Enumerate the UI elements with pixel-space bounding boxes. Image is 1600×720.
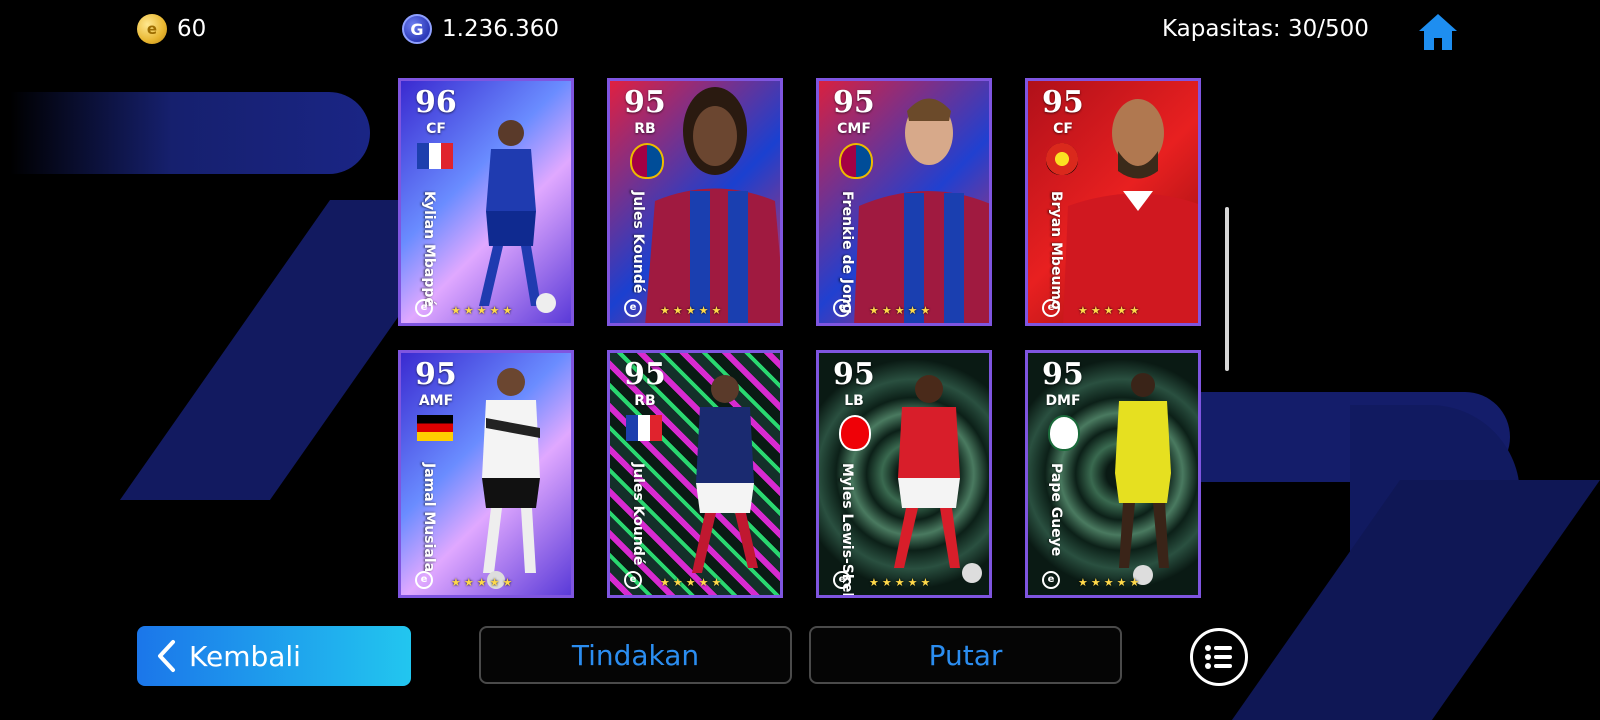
scrollbar-thumb[interactable] (1225, 207, 1229, 371)
efootball-logo-icon: e (624, 571, 642, 589)
card-rating: 95 (833, 357, 875, 392)
efootball-logo-icon: e (1042, 571, 1060, 589)
player-card[interactable]: 95 CF Bryan Mbeumo e ★★★★★ (1025, 78, 1201, 326)
back-button-label: Kembali (189, 639, 301, 673)
player-card[interactable]: 96 CF Kylian Mbappé e ★★★★★ (398, 78, 574, 326)
card-stars: ★★★★★ (1078, 304, 1143, 317)
france-flag-icon (626, 415, 662, 441)
fc-barcelona-crest-icon (630, 143, 664, 179)
back-button[interactable]: Kembali (137, 626, 411, 686)
card-rating: 95 (833, 85, 875, 120)
card-position: AMF (418, 393, 454, 409)
efootball-logo-icon: e (624, 299, 642, 317)
card-stars: ★★★★★ (869, 304, 934, 317)
player-image (692, 375, 758, 573)
coins-value: 60 (177, 16, 207, 42)
efootball-logo-icon: e (833, 571, 851, 589)
manchester-united-crest-icon (1046, 143, 1078, 175)
card-position: RB (634, 393, 656, 409)
card-position: CF (426, 121, 446, 137)
card-rating: 95 (1042, 85, 1084, 120)
background-stripe (1231, 480, 1600, 720)
capacity-label: Kapasitas: 30/500 (1162, 16, 1369, 42)
card-player-name: Bryan Mbeumo (1048, 191, 1064, 310)
france-flag-icon (417, 143, 453, 169)
card-player-name: Jules Koundé (630, 191, 646, 294)
card-stars: ★★★★★ (1078, 576, 1143, 589)
germany-flag-icon (417, 415, 453, 441)
gp-value: 1.236.360 (442, 16, 560, 42)
player-card[interactable]: 95 AMF Jamal Musiala e ★★★★★ (398, 350, 574, 598)
gp-icon: G (402, 14, 432, 44)
card-position: RB (634, 121, 656, 137)
player-card[interactable]: 95 RB Jules Koundé e ★★★★★ (607, 78, 783, 326)
card-position: CMF (837, 121, 871, 137)
gp-counter: G 1.236.360 (402, 12, 559, 46)
player-card[interactable]: 95 RB Jules Koundé e ★★★★★ (607, 350, 783, 598)
card-position: LB (844, 393, 864, 409)
card-position: DMF (1045, 393, 1081, 409)
player-card[interactable]: 95 CMF Frenkie de Jong e ★★★★★ (816, 78, 992, 326)
efootball-logo-icon: e (415, 299, 433, 317)
efootball-coin-icon: e (137, 14, 167, 44)
card-rating: 95 (1042, 357, 1084, 392)
efootball-logo-icon: e (415, 571, 433, 589)
actions-button-label: Tindakan (571, 638, 700, 672)
card-stars: ★★★★★ (660, 576, 725, 589)
efootball-logo-icon: e (833, 299, 851, 317)
card-stars: ★★★★★ (869, 576, 934, 589)
background-stripe (10, 92, 370, 174)
card-rating: 95 (415, 357, 457, 392)
card-stars: ★★★★★ (660, 304, 725, 317)
card-rating: 95 (624, 357, 666, 392)
card-rating: 95 (624, 85, 666, 120)
list-menu-button[interactable] (1190, 628, 1248, 686)
arsenal-crest-icon (839, 415, 871, 451)
coins-counter: e 60 (137, 12, 206, 46)
fc-barcelona-crest-icon (839, 143, 873, 179)
efootball-logo-icon: e (1042, 299, 1060, 317)
chevron-left-icon (158, 640, 175, 672)
card-player-name: Jules Koundé (630, 463, 646, 566)
card-stars: ★★★★★ (451, 304, 516, 317)
card-player-name: Kylian Mbappé (421, 191, 437, 307)
card-player-name: Frenkie de Jong (839, 191, 855, 314)
club-crest-icon (1048, 415, 1080, 451)
card-player-name: Jamal Musiala (421, 463, 437, 573)
player-card[interactable]: 95 LB Myles Lewis-Skelly e ★★★★★ (816, 350, 992, 598)
background-stripe (1190, 392, 1510, 482)
background-stripe (1350, 405, 1520, 605)
card-stars: ★★★★★ (451, 576, 516, 589)
home-icon[interactable] (1416, 10, 1460, 54)
actions-button[interactable]: Tindakan (479, 626, 792, 684)
rotate-button[interactable]: Putar (809, 626, 1122, 684)
card-player-name: Pape Gueye (1048, 463, 1064, 557)
player-image (479, 120, 556, 313)
player-card[interactable]: 95 DMF Pape Gueye e ★★★★★ (1025, 350, 1201, 598)
card-rating: 96 (415, 85, 457, 120)
rotate-button-label: Putar (928, 638, 1003, 672)
list-menu-icon (1205, 645, 1232, 669)
card-position: CF (1053, 121, 1073, 137)
